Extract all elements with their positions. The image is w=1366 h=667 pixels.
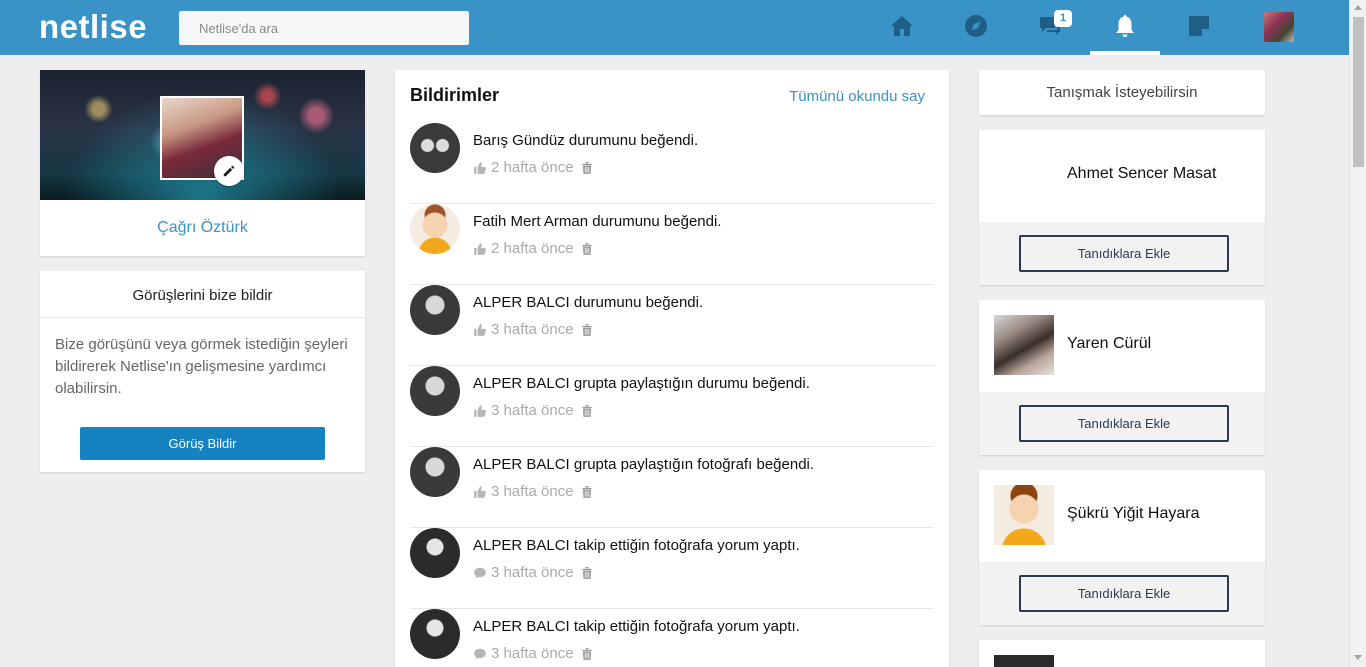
suggestions-title: Tanışmak İsteyebilirsin [1046,84,1198,101]
trash-icon[interactable] [580,647,594,661]
trash-icon[interactable] [580,161,594,175]
suggestion-name[interactable]: Şükrü Yiğit Hayara [1067,505,1200,523]
avatar[interactable] [994,315,1054,375]
active-tab-indicator [1090,51,1160,55]
bell-icon[interactable] [1110,10,1140,42]
netlise-logo[interactable]: netlise [39,8,147,46]
notification-text: ALPER BALCI takip ettiğin fotoğrafa yoru… [473,618,800,635]
top-navbar: netlise 1 [0,0,1366,55]
notification-meta: 3 hafta önce [473,645,594,662]
notification-item[interactable]: Barış Gündüz durumunu beğendi. 2 hafta ö… [410,123,934,204]
profile-name-link[interactable]: Çağrı Öztürk [40,219,365,237]
messages-badge: 1 [1054,10,1072,27]
comment-icon [474,648,486,659]
notification-meta: 3 hafta önce [473,321,594,338]
notification-text: Barış Gündüz durumunu beğendi. [473,132,699,149]
notifications-tab[interactable] [1090,0,1160,55]
avatar[interactable] [994,145,1054,205]
feedback-card: Görüşlerini bize bildir Bize görüşünü ve… [40,271,365,472]
messages-icon[interactable]: 1 [1035,10,1072,42]
avatar[interactable] [410,285,460,335]
suggestions-header: Tanışmak İsteyebilirsin [979,70,1265,115]
notification-meta: 3 hafta önce [473,402,594,419]
notification-item[interactable]: ALPER BALCI takip ettiğin fotoğrafa yoru… [410,528,934,609]
scroll-down-arrow-icon[interactable] [1354,655,1362,660]
feedback-description: Bize görüşünü veya görmek istediğin şeyl… [55,336,348,397]
notification-meta: 3 hafta önce [473,483,594,500]
notification-time: 2 hafta önce [491,240,574,257]
suggestion-info: Yaren Cürül [979,300,1265,392]
give-feedback-button[interactable]: Görüş Bildir [80,427,325,460]
notification-item[interactable]: ALPER BALCI takip ettiğin fotoğrafa yoru… [410,609,934,667]
page-scrollbar[interactable] [1349,0,1366,667]
notification-meta: 2 hafta önce [473,240,594,257]
notification-item[interactable]: ALPER BALCI grupta paylaştığın fotoğrafı… [410,447,934,528]
notification-text: ALPER BALCI grupta paylaştığın fotoğrafı… [473,456,815,473]
notification-time: 2 hafta önce [491,159,574,176]
feedback-title: Görüşlerini bize bildir [132,287,273,304]
trash-icon[interactable] [580,404,594,418]
add-to-acquaintances-button[interactable]: Tanıdıklara Ekle [1019,235,1229,272]
notification-meta: 2 hafta önce [473,159,594,176]
trash-icon[interactable] [580,566,594,580]
suggestion-card: Ahmet Sencer Masat Tanıdıklara Ekle [979,130,1265,285]
trash-icon[interactable] [580,485,594,499]
user-avatar[interactable] [1264,12,1294,42]
notification-item[interactable]: ALPER BALCI grupta paylaştığın durumu be… [410,366,934,447]
scroll-up-arrow-icon[interactable] [1354,5,1362,10]
edit-profile-picture-button[interactable] [214,156,244,186]
suggestion-card [979,640,1265,667]
search-input[interactable] [179,11,469,45]
scrollbar-thumb[interactable] [1353,17,1364,167]
suggestion-card: Yaren Cürül Tanıdıklara Ekle [979,300,1265,455]
suggestion-name[interactable]: Yaren Cürül [1067,335,1151,353]
notification-text: ALPER BALCI durumunu beğendi. [473,294,704,311]
notifications-panel: Bildirimler Tümünü okundu say Barış Günd… [395,70,949,667]
suggestion-card: Şükrü Yiğit Hayara Tanıdıklara Ekle [979,470,1265,625]
comment-icon [474,567,486,578]
compass-icon[interactable] [961,10,991,42]
avatar[interactable] [994,485,1054,545]
notification-time: 3 hafta önce [491,321,574,338]
suggestion-actions: Tanıdıklara Ekle [979,392,1265,455]
profile-card: Çağrı Öztürk [40,70,365,256]
thumbs-up-icon [474,242,486,255]
suggestion-info: Ahmet Sencer Masat [979,130,1265,222]
notification-text: Fatih Mert Arman durumunu beğendi. [473,213,722,230]
add-to-acquaintances-button[interactable]: Tanıdıklara Ekle [1019,405,1229,442]
avatar[interactable] [410,528,460,578]
avatar[interactable] [410,447,460,497]
notification-text: ALPER BALCI grupta paylaştığın durumu be… [473,375,810,392]
trash-icon[interactable] [580,323,594,337]
notification-meta: 3 hafta önce [473,564,594,581]
home-icon[interactable] [887,10,917,42]
thumbs-up-icon [474,161,486,174]
avatar[interactable] [410,204,460,254]
thumbs-up-icon [474,323,486,336]
suggestion-info: Şükrü Yiğit Hayara [979,470,1265,562]
thumbs-up-icon [474,485,486,498]
notification-time: 3 hafta önce [491,564,574,581]
divider [40,317,365,318]
avatar[interactable] [410,123,460,173]
notification-time: 3 hafta önce [491,402,574,419]
notification-item[interactable]: Fatih Mert Arman durumunu beğendi. 2 haf… [410,204,934,285]
notification-time: 3 hafta önce [491,645,574,662]
notes-icon[interactable] [1184,10,1214,42]
avatar[interactable] [410,366,460,416]
notifications-title: Bildirimler [410,85,500,105]
avatar[interactable] [410,609,460,659]
avatar[interactable] [994,655,1054,667]
notification-text: ALPER BALCI takip ettiğin fotoğrafa yoru… [473,537,800,554]
suggestion-actions: Tanıdıklara Ekle [979,222,1265,285]
suggestion-actions: Tanıdıklara Ekle [979,562,1265,625]
thumbs-up-icon [474,404,486,417]
add-to-acquaintances-button[interactable]: Tanıdıklara Ekle [1019,575,1229,612]
notification-time: 3 hafta önce [491,483,574,500]
mark-all-read-link[interactable]: Tümünü okundu say [789,88,925,105]
pencil-icon [223,165,235,177]
trash-icon[interactable] [580,242,594,256]
suggestion-name[interactable]: Ahmet Sencer Masat [1067,165,1216,183]
notification-item[interactable]: ALPER BALCI durumunu beğendi. 3 hafta ön… [410,285,934,366]
